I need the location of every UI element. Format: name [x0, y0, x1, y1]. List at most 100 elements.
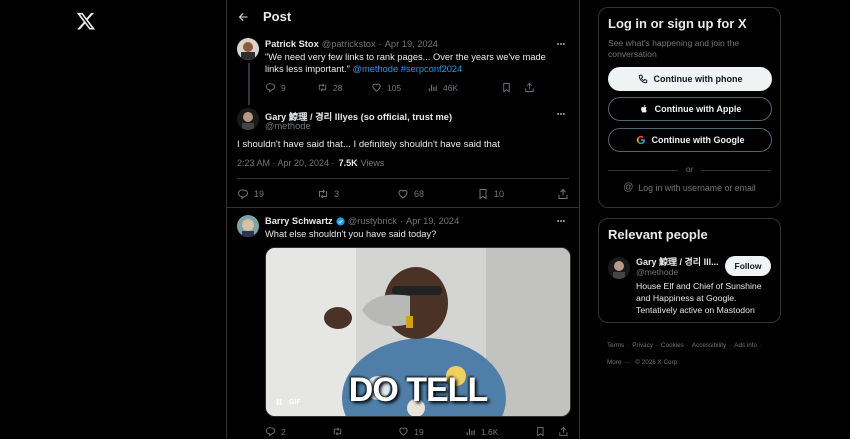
thread-connector [248, 63, 250, 105]
continue-apple-button[interactable]: Continue with Apple [608, 97, 772, 121]
continue-phone-label: Continue with phone [653, 74, 743, 84]
at-sign-icon: @ [623, 182, 634, 193]
mention-link[interactable]: @methode [353, 64, 399, 74]
views-count: 46K [443, 82, 459, 93]
avatar[interactable] [237, 38, 259, 60]
post-timestamp[interactable]: 2:23 AM · Apr 20, 2024 · [237, 158, 335, 168]
hashtag-link[interactable]: #serpconf2024 [401, 64, 463, 74]
main-post: Gary 鯨理 / 경리 Illyes (so official, trust … [227, 103, 579, 208]
repost-button[interactable] [332, 426, 399, 437]
reply-count: 9 [281, 82, 286, 93]
reply-icon [265, 427, 276, 437]
share-icon[interactable] [524, 82, 535, 93]
username-login-link[interactable]: @ Log in with username or email [599, 182, 780, 193]
pause-icon[interactable] [275, 398, 283, 406]
like-button[interactable]: 19 [398, 426, 465, 437]
views-chart-icon [428, 84, 437, 92]
reply-icon [265, 83, 276, 93]
reply-button[interactable]: 19 [237, 188, 317, 200]
tweet-date[interactable]: Apr 19, 2024 [406, 216, 459, 226]
continue-google-label: Continue with Google [651, 135, 745, 145]
repost-icon [319, 189, 327, 199]
author-handle[interactable]: @patrickstox [322, 39, 376, 49]
bookmark-icon [479, 189, 487, 200]
footer-link-cookies[interactable]: Cookies [661, 342, 684, 349]
person-handle[interactable]: @methode [636, 267, 678, 277]
post-actions: 19 3 68 10 [237, 188, 569, 200]
author-name[interactable]: Barry Schwartz [265, 216, 333, 226]
repost-count: 28 [333, 82, 343, 93]
phone-icon [638, 74, 647, 84]
bookmark-icon[interactable] [535, 426, 546, 437]
like-button[interactable]: 105 [371, 82, 427, 93]
views-count: 1.6K [480, 426, 499, 437]
bookmark-button[interactable]: 10 [477, 188, 557, 200]
verified-badge-icon [336, 216, 345, 226]
footer-links: Terms · Privacy · Cookies · Accessibility · … [607, 342, 763, 349]
reply-button[interactable]: 2 [265, 426, 332, 437]
bookmark-icon[interactable] [501, 82, 512, 93]
views-button[interactable]: 46K [427, 82, 501, 93]
heart-icon [372, 83, 381, 92]
post-header: Post [227, 0, 579, 33]
repost-icon [318, 83, 327, 92]
more-icon[interactable] [555, 109, 567, 119]
bookmark-count: 10 [494, 189, 505, 199]
person-bio: House Elf and Chief of Sunshine and Happ… [636, 281, 762, 315]
footer-link-ads-info[interactable]: Ads info [734, 342, 757, 349]
views-label: Views [360, 158, 385, 168]
more-icon[interactable] [555, 216, 567, 226]
avatar[interactable] [237, 108, 259, 130]
repost-icon [333, 427, 341, 436]
avatar[interactable] [608, 257, 630, 279]
repost-button[interactable]: 28 [317, 82, 371, 93]
divider [237, 178, 569, 179]
avatar[interactable] [237, 215, 259, 237]
tweet-date[interactable]: Apr 19, 2024 [385, 39, 438, 49]
author-handle[interactable]: @methode [265, 121, 311, 131]
views-button[interactable]: 1.6K [465, 426, 536, 437]
repost-button[interactable]: 3 [317, 188, 397, 200]
heart-icon [399, 427, 408, 436]
tweet-actions: 9 28 105 46K [265, 82, 569, 93]
more-icon[interactable] [555, 39, 567, 49]
like-button[interactable]: 68 [397, 188, 477, 200]
tweet-text: What else shouldn't you have said today? [265, 229, 437, 239]
like-count: 68 [414, 189, 425, 199]
continue-google-button[interactable]: Continue with Google [608, 128, 772, 152]
x-logo-icon[interactable] [76, 11, 96, 31]
continue-phone-button[interactable]: Continue with phone [608, 67, 772, 91]
share-icon[interactable] [558, 426, 569, 437]
reply-count: 19 [254, 189, 265, 199]
reply-icon [237, 189, 249, 200]
tweet-text: "We need very few links to rank pages...… [265, 51, 565, 75]
page-title: Post [263, 9, 292, 24]
post-text: I shouldn't have said that... I definite… [237, 139, 500, 150]
footer-link-terms[interactable]: Terms [607, 342, 624, 349]
footer-link-privacy[interactable]: Privacy [632, 342, 653, 349]
heart-icon [398, 189, 408, 199]
back-arrow-icon[interactable] [237, 11, 249, 23]
relevant-people-card: Relevant people Gary 鯨理 / 경리 Ill... @met… [598, 218, 781, 323]
author-handle[interactable]: @rustybrick [348, 216, 397, 226]
reply-button[interactable]: 9 [265, 82, 317, 93]
gif-media[interactable]: DO TELL GIF [265, 247, 571, 417]
like-count: 105 [387, 82, 402, 93]
reply-count: 2 [281, 426, 286, 437]
main-column: Post Patrick Stox @patrickstox · Apr 19,… [226, 0, 580, 439]
footer-link-accessibility[interactable]: Accessibility [692, 342, 726, 349]
parent-tweet[interactable]: Patrick Stox @patrickstox · Apr 19, 2024… [227, 33, 579, 105]
gif-badge[interactable]: GIF [275, 398, 301, 406]
footer-copyright: © 2026 X Corp. [635, 359, 679, 366]
views-count: 7.5K [338, 158, 358, 168]
continue-apple-label: Continue with Apple [654, 104, 742, 114]
relevant-title: Relevant people [608, 227, 708, 242]
footer-more[interactable]: More ··· [607, 359, 629, 366]
login-subtitle: See what's happening and join the conver… [608, 38, 740, 59]
follow-button[interactable]: Follow [725, 256, 771, 276]
login-title: Log in or sign up for X [608, 16, 747, 31]
google-icon [636, 135, 645, 145]
share-icon[interactable] [557, 188, 569, 200]
author-name[interactable]: Patrick Stox [265, 39, 319, 49]
separator: · [378, 39, 382, 49]
